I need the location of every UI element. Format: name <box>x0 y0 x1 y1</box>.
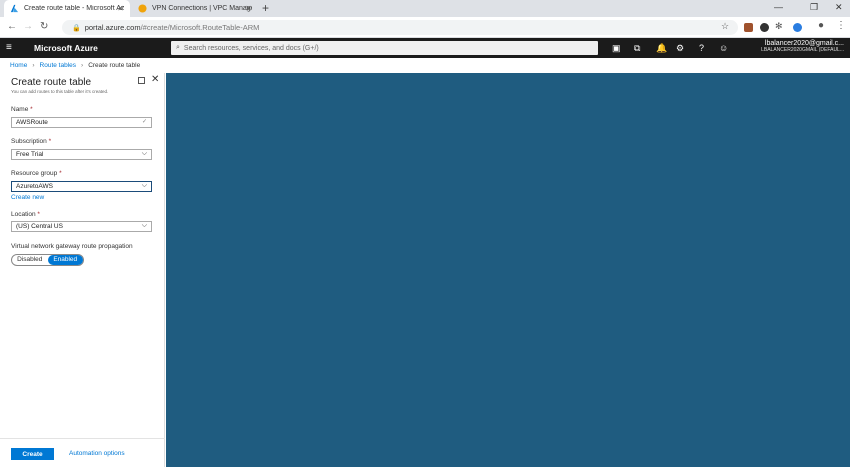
browser-tab-create-route-table[interactable]: Create route table - Microsoft Az ✕ <box>4 0 130 17</box>
extension-icon[interactable] <box>793 23 802 32</box>
breadcrumb: Home › Route tables › Create route table <box>10 62 140 69</box>
resource-group-label: Resource group * <box>11 170 62 177</box>
blade-title: Create route table <box>11 77 92 88</box>
close-tab-icon[interactable]: ✕ <box>245 4 252 13</box>
bookmark-star-icon[interactable]: ☆ <box>721 21 729 32</box>
reload-icon[interactable]: ↻ <box>40 21 48 32</box>
settings-gear-icon[interactable]: ⚙ <box>676 43 684 54</box>
blade-footer: Create Automation options <box>0 438 165 467</box>
create-route-table-blade: Create route table You can add routes to… <box>0 73 165 467</box>
account-menu[interactable]: lbalancer2020@gmail.c... LBALANCER2020GM… <box>761 40 844 53</box>
propagation-toggle[interactable]: Disabled Enabled <box>11 254 84 266</box>
create-button[interactable]: Create <box>11 448 54 460</box>
location-value: (US) Central US <box>16 223 63 230</box>
search-placeholder: Search resources, services, and docs (G+… <box>183 44 319 52</box>
url-bar[interactable]: 🔒 portal.azure.com/#create/Microsoft.Rou… <box>62 20 738 35</box>
portal-background <box>166 73 850 467</box>
subscription-select[interactable]: Free Trial ⌵ <box>11 149 152 160</box>
chevron-down-icon: ⌵ <box>141 222 147 229</box>
forward-icon[interactable]: → <box>23 21 33 32</box>
feedback-smiley-icon[interactable]: ☺ <box>719 43 728 53</box>
new-tab-button[interactable]: + <box>262 1 269 15</box>
url-path: /#create/Microsoft.RouteTable-ARM <box>140 23 260 32</box>
account-email: lbalancer2020@gmail.c... <box>764 40 844 47</box>
menu-kebab-icon[interactable]: ⋮ <box>836 20 846 31</box>
address-bar-row: ← → ↻ 🔒 portal.azure.com/#create/Microso… <box>0 17 850 38</box>
blade-subtitle: You can add routes to this table after i… <box>11 89 109 94</box>
gear-extension-icon[interactable]: ✻ <box>775 21 783 32</box>
name-value: AWSRoute <box>16 119 48 126</box>
subscription-value: Free Trial <box>16 151 44 158</box>
close-blade-icon[interactable]: ✕ <box>151 74 159 85</box>
chevron-right-icon: › <box>32 62 35 69</box>
help-icon[interactable]: ? <box>699 43 704 53</box>
minimize-icon[interactable]: — <box>774 2 783 12</box>
chevron-down-icon: ⌵ <box>141 150 147 157</box>
name-label: Name * <box>11 106 33 113</box>
chevron-right-icon: › <box>81 62 84 69</box>
breadcrumb-current: Create route table <box>88 62 141 69</box>
automation-options-link[interactable]: Automation options <box>69 450 125 457</box>
checkmark-icon: ✓ <box>141 119 147 125</box>
tab-title: Create route table - Microsoft Az <box>24 5 124 12</box>
toggle-enabled-option[interactable]: Enabled <box>47 255 83 265</box>
directory-filter-icon[interactable]: ⧉ <box>634 43 640 54</box>
close-tab-icon[interactable]: ✕ <box>117 4 124 13</box>
maximize-icon[interactable] <box>138 77 145 84</box>
location-label: Location * <box>11 211 40 218</box>
propagation-label: Virtual network gateway route propagatio… <box>11 243 133 250</box>
azure-brand[interactable]: Microsoft Azure <box>34 43 98 53</box>
resource-group-value: AzuretoAWS <box>16 183 53 190</box>
url-host: portal.azure.com <box>84 23 141 32</box>
extension-icon[interactable] <box>744 23 753 32</box>
lock-icon: 🔒 <box>72 24 81 32</box>
extension-icon[interactable] <box>760 23 769 32</box>
browser-tab-strip: Create route table - Microsoft Az ✕ VPN … <box>0 0 850 17</box>
cloud-shell-icon[interactable]: ▣ <box>612 43 621 54</box>
create-new-link[interactable]: Create new <box>11 194 44 201</box>
subscription-label: Subscription * <box>11 138 52 145</box>
search-icon: ⌕ <box>176 44 180 51</box>
hamburger-menu-icon[interactable]: ≡ <box>6 42 12 53</box>
search-input[interactable]: ⌕ Search resources, services, and docs (… <box>171 41 598 55</box>
notifications-bell-icon[interactable]: 🔔 <box>656 43 667 54</box>
breadcrumb-home[interactable]: Home <box>10 62 27 69</box>
close-window-icon[interactable]: ✕ <box>835 2 843 13</box>
chevron-down-icon: ⌵ <box>141 182 147 189</box>
azure-logo-icon <box>10 4 19 13</box>
tab-title: VPN Connections | VPC Manage <box>152 5 252 12</box>
resource-group-select[interactable]: AzuretoAWS ⌵ <box>11 181 152 192</box>
azure-header: ≡ Microsoft Azure ⌕ Search resources, se… <box>0 38 850 58</box>
location-select[interactable]: (US) Central US ⌵ <box>11 221 152 232</box>
browser-tab-vpn-connections[interactable]: VPN Connections | VPC Manage ✕ <box>132 0 258 17</box>
back-icon[interactable]: ← <box>7 21 17 32</box>
name-input[interactable]: AWSRoute ✓ <box>11 117 152 128</box>
breadcrumb-route-tables[interactable]: Route tables <box>40 62 77 69</box>
aws-logo-icon <box>138 4 147 13</box>
restore-icon[interactable]: ❐ <box>810 2 818 13</box>
profile-icon[interactable]: ● <box>818 20 824 31</box>
account-directory: LBALANCER2020GMAIL (DEFAUL... <box>761 47 844 53</box>
toggle-disabled-option[interactable]: Disabled <box>12 255 48 265</box>
